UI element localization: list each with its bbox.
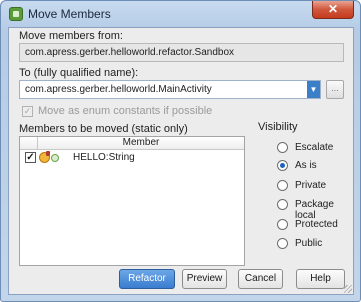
target-class-value: com.apress.gerber.helloworld.MainActivit… [25,84,212,95]
window-title: Move Members [28,7,111,21]
radio-button[interactable] [277,180,288,191]
enum-checkbox-label: Move as enum constants if possible [38,105,213,117]
field-icon [39,151,50,163]
radio-label: Private [295,180,327,191]
enum-checkbox[interactable]: ✓ [22,106,33,117]
radio-private[interactable]: Private [254,179,346,193]
table-header: Member [20,137,244,150]
app-icon [9,7,23,21]
radio-button[interactable] [277,238,288,249]
dialog-content: Move members from: com.apress.gerber.hel… [8,27,354,295]
radio-label: Escalate [295,142,334,153]
refactor-button[interactable]: Refactor [119,269,175,289]
resize-grip[interactable] [344,285,352,293]
radio-button[interactable] [277,160,288,171]
radio-button[interactable] [277,142,288,153]
checkbox-column-header [20,137,38,149]
to-label: To (fully qualified name): [19,67,139,79]
radio-package-local[interactable]: Package local [254,198,346,221]
members-label: Members to be moved (static only) [19,123,188,135]
member-checkbox[interactable]: ✓ [25,152,36,163]
member-column-header[interactable]: Member [38,137,244,149]
radio-escalate[interactable]: Escalate [254,141,346,155]
browse-button[interactable]: ... [326,80,344,99]
visibility-label: Visibility [258,121,298,133]
target-class-combo[interactable]: com.apress.gerber.helloworld.MainActivit… [19,80,321,99]
from-class-value: com.apress.gerber.helloworld.refactor.Sa… [25,47,235,58]
title-bar: Move Members ✕ [1,1,360,27]
cancel-button[interactable]: Cancel [238,269,283,289]
static-icon [51,154,59,162]
radio-button[interactable] [277,199,288,210]
help-button[interactable]: Help [296,269,345,289]
radio-protected[interactable]: Protected [254,218,346,232]
chevron-down-icon[interactable]: ▼ [307,81,320,98]
move-members-dialog: Move Members ✕ Move members from: com.ap… [0,0,361,302]
radio-button[interactable] [277,219,288,230]
radio-as-is[interactable]: As is [254,159,346,173]
radio-label: As is [295,160,317,171]
preview-button[interactable]: Preview [182,269,227,289]
members-table: Member ✓ HELLO:String [19,136,245,266]
from-class-field: com.apress.gerber.helloworld.refactor.Sa… [19,43,344,62]
close-icon: ✕ [327,2,339,16]
radio-label: Public [295,238,323,249]
member-name: HELLO:String [73,152,135,163]
from-label: Move members from: [19,30,123,42]
radio-label: Protected [295,219,338,230]
close-button[interactable]: ✕ [312,1,354,19]
visibility-group: Visibility Escalate As is Private Packag… [254,121,346,259]
table-row[interactable]: ✓ HELLO:String [20,150,244,165]
radio-public[interactable]: Public [254,237,346,251]
